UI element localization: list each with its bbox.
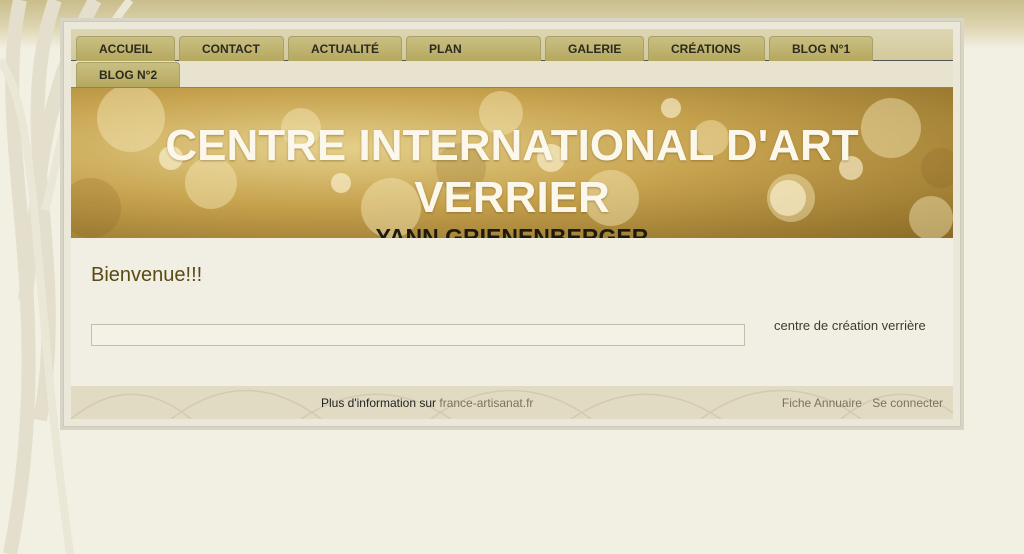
tab-plan[interactable]: PLAN [406, 36, 541, 61]
sidebar-text: centre de création verrière [774, 318, 926, 333]
welcome-heading: Bienvenue!!! [91, 264, 203, 286]
france-artisanat-link[interactable]: france-artisanat.fr [439, 396, 533, 410]
tab-creations[interactable]: CRÉATIONS [648, 36, 765, 61]
login-link[interactable]: Se connecter [872, 396, 943, 410]
site-title: CENTRE INTERNATIONAL D'ART VERRIER [165, 121, 859, 222]
site-inner: ACCUEIL CONTACT ACTUALITÉ PLAN GALERIE C… [71, 29, 953, 419]
site-frame: ACCUEIL CONTACT ACTUALITÉ PLAN GALERIE C… [63, 21, 961, 427]
footer-info: Plus d'information sur france-artisanat.… [321, 396, 533, 410]
footer-links: Fiche Annuaire Se connecter [782, 396, 943, 410]
main-navigation: ACCUEIL CONTACT ACTUALITÉ PLAN GALERIE C… [71, 29, 953, 88]
tab-blog-2[interactable]: BLOG N°2 [76, 62, 180, 87]
tab-accueil[interactable]: ACCUEIL [76, 36, 175, 61]
footer: Plus d'information sur france-artisanat.… [71, 386, 953, 419]
tab-actualite[interactable]: ACTUALITÉ [288, 36, 402, 61]
content-box [91, 324, 745, 346]
tab-galerie[interactable]: GALERIE [545, 36, 644, 61]
tab-contact[interactable]: CONTACT [179, 36, 284, 61]
footer-info-prefix: Plus d'information sur [321, 396, 437, 410]
header-banner: CENTRE INTERNATIONAL D'ART VERRIER YANN … [71, 88, 953, 238]
tab-blog-1[interactable]: BLOG N°1 [769, 36, 873, 61]
site-subtitle: YANN GRIENENBERGER [375, 224, 649, 238]
fiche-annuaire-link[interactable]: Fiche Annuaire [782, 396, 862, 410]
